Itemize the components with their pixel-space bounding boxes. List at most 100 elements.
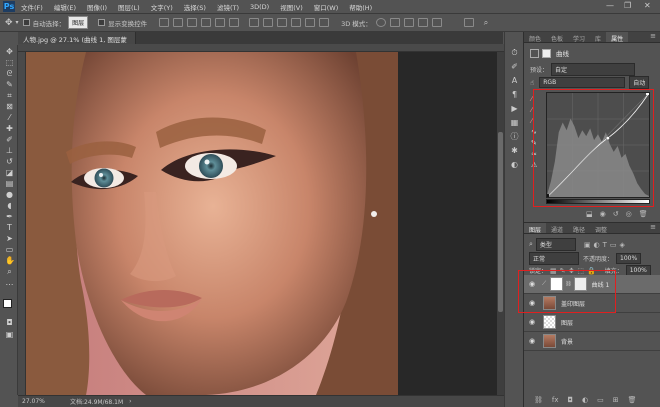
menu-file[interactable]: 文件(F)	[21, 2, 43, 12]
align-bottom-icon[interactable]	[187, 18, 198, 27]
swatches-panel-icon[interactable]: ▦	[510, 118, 519, 127]
dodge-tool-icon[interactable]: ◖	[5, 202, 14, 210]
tab-learn[interactable]: 学习	[568, 32, 590, 43]
screen-mode-icon[interactable]: ▣	[5, 331, 14, 339]
3d-drag-icon[interactable]	[403, 18, 414, 27]
minimize-button[interactable]: —	[606, 1, 614, 10]
channel-dropdown[interactable]: RGB	[539, 77, 626, 88]
clone-stamp-tool-icon[interactable]: ⊥	[5, 147, 14, 155]
kind-filter-dropdown[interactable]: 类型	[535, 238, 576, 251]
canvas-area[interactable]	[26, 52, 497, 395]
quick-select-tool-icon[interactable]: ✎	[5, 81, 14, 89]
distribute-hcenter-icon[interactable]	[305, 18, 316, 27]
align-top-icon[interactable]	[159, 18, 170, 27]
visibility-eye-icon[interactable]: ◉	[527, 337, 537, 345]
menu-select[interactable]: 选择(S)	[184, 2, 206, 12]
auto-select-checkbox[interactable]	[22, 19, 30, 26]
zoom-level[interactable]: 27.07%	[22, 398, 62, 405]
marquee-tool-icon[interactable]: ⬚	[5, 59, 14, 67]
move-tool-icon[interactable]: ✥	[5, 48, 14, 56]
layer-thumbnail[interactable]	[543, 334, 556, 348]
actions-panel-icon[interactable]: ▶	[510, 104, 519, 113]
mask-icon[interactable]	[542, 48, 551, 58]
menu-filter[interactable]: 滤镜(T)	[217, 2, 239, 12]
tab-properties[interactable]: 属性	[606, 32, 629, 43]
navigator-panel-icon[interactable]: ◐	[510, 160, 519, 169]
move-tool-icon[interactable]: ✥	[5, 18, 13, 28]
layer-thumbnail[interactable]	[543, 315, 556, 329]
delete-layer-icon[interactable]: 🗑	[628, 396, 637, 404]
quick-mask-icon[interactable]: ◘	[5, 319, 14, 327]
layer-name[interactable]: 背景	[561, 337, 573, 346]
workspace-icon[interactable]	[463, 18, 474, 27]
brush-settings-icon[interactable]: ✐	[510, 62, 519, 71]
history-panel-icon[interactable]: ⏱	[510, 48, 519, 57]
document-tab[interactable]: 人物.jpg @ 27.1% (曲线 1, 图层蒙版/8) * ×	[18, 32, 136, 54]
distribute-left-icon[interactable]	[291, 18, 302, 27]
crop-tool-icon[interactable]: ⌗	[5, 92, 14, 100]
add-mask-icon[interactable]: ◘	[568, 396, 574, 404]
layer-row-layer[interactable]: ◉ 图层	[524, 313, 660, 332]
link-layers-icon[interactable]: ⛓	[534, 396, 543, 404]
layer-row-background[interactable]: ◉ 背景	[524, 332, 660, 351]
close-button[interactable]: ✕	[644, 1, 651, 10]
delete-icon[interactable]: 🗑	[639, 210, 648, 218]
blur-tool-icon[interactable]: ●	[5, 191, 14, 199]
layer-style-icon[interactable]: fx	[552, 396, 559, 404]
3d-slide-icon[interactable]	[417, 18, 428, 27]
status-chevron-icon[interactable]: ›	[129, 398, 131, 405]
lasso-tool-icon[interactable]: ᘓ	[5, 70, 14, 78]
menu-view[interactable]: 视图(V)	[280, 2, 303, 12]
menu-layer[interactable]: 图层(L)	[118, 2, 140, 12]
foreground-color-swatch[interactable]	[3, 299, 12, 308]
layers-menu-icon[interactable]: ≡	[650, 223, 656, 233]
brush-tool-icon[interactable]: ✐	[5, 136, 14, 144]
menu-edit[interactable]: 编辑(E)	[54, 2, 76, 12]
preset-dropdown[interactable]: 自定	[551, 63, 636, 76]
character-panel-icon[interactable]: A	[510, 76, 519, 85]
menu-type[interactable]: 文字(Y)	[151, 2, 173, 12]
scrollbar-thumb[interactable]	[498, 132, 503, 312]
filter-type-icons[interactable]: ▣◐T▭◈	[584, 241, 628, 249]
auto-button[interactable]: 自动	[629, 76, 650, 89]
restore-button[interactable]: ❐	[624, 1, 631, 10]
glyphs-panel-icon[interactable]: ✱	[510, 146, 519, 155]
view-previous-icon[interactable]: ◉	[600, 210, 606, 218]
new-group-icon[interactable]: ▭	[597, 396, 604, 404]
rectangle-tool-icon[interactable]: ▭	[5, 246, 14, 254]
paragraph-panel-icon[interactable]: ¶	[510, 90, 519, 99]
hand-tool-icon[interactable]: ✋	[5, 257, 15, 265]
align-right-icon[interactable]	[229, 18, 240, 27]
path-select-tool-icon[interactable]: ➤	[5, 235, 14, 243]
3d-scale-icon[interactable]	[431, 18, 442, 27]
new-adjustment-icon[interactable]: ◐	[582, 396, 588, 404]
reset-icon[interactable]: ↺	[613, 210, 619, 218]
distribute-bottom-icon[interactable]	[277, 18, 288, 27]
menu-image[interactable]: 图像(I)	[87, 2, 107, 12]
tab-channels[interactable]: 通道	[546, 223, 568, 234]
clip-to-layer-icon[interactable]: ⬓	[586, 210, 593, 218]
info-panel-icon[interactable]: ⓘ	[510, 132, 519, 141]
on-image-adjust-icon[interactable]: ☝	[530, 79, 534, 87]
align-vcenter-icon[interactable]	[173, 18, 184, 27]
align-hcenter-icon[interactable]	[215, 18, 226, 27]
pen-tool-icon[interactable]: ✒	[5, 213, 14, 221]
3d-orbit-icon[interactable]	[375, 18, 386, 27]
distribute-top-icon[interactable]	[249, 18, 260, 27]
menu-3d[interactable]: 3D(D)	[250, 3, 269, 11]
distribute-vcenter-icon[interactable]	[263, 18, 274, 27]
gradient-tool-icon[interactable]: ▤	[5, 180, 14, 188]
eyedropper-tool-icon[interactable]: ⁄	[5, 114, 14, 122]
tab-layers[interactable]: 图层	[524, 223, 547, 234]
type-tool-icon[interactable]: T	[5, 224, 14, 232]
menu-window[interactable]: 窗口(W)	[314, 2, 339, 12]
history-brush-tool-icon[interactable]: ↺	[5, 158, 14, 166]
show-transform-checkbox[interactable]	[98, 19, 106, 26]
tab-adjustments[interactable]: 调整	[590, 223, 612, 234]
zoom-tool-icon[interactable]: ⌕	[5, 268, 14, 276]
layer-name[interactable]: 图层	[561, 318, 573, 327]
opacity-field[interactable]: 100%	[616, 253, 642, 264]
tab-libraries[interactable]: 库	[590, 32, 606, 43]
visibility-eye-icon[interactable]: ◉	[527, 318, 537, 326]
more-tools-icon[interactable]: …	[5, 279, 14, 287]
